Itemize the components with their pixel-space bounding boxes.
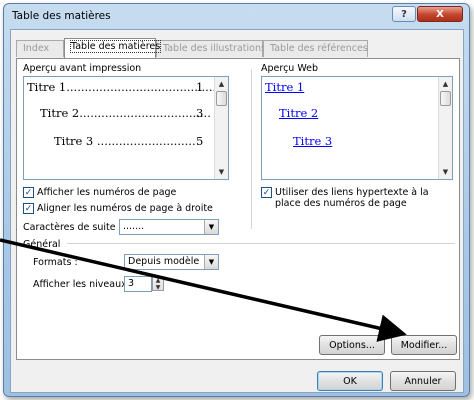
levels-input[interactable]: 3 — [124, 276, 152, 292]
print-preview-entry: Titre 2.................................… — [40, 106, 211, 120]
cancel-button[interactable]: Annuler — [390, 371, 456, 391]
scroll-thumb[interactable] — [440, 91, 451, 106]
dialog-window: Table des matières ? X Index Table des m… — [3, 3, 470, 397]
web-link-titre-1[interactable]: Titre 1 — [265, 80, 304, 94]
print-preview-page: 5 — [196, 134, 204, 148]
leader-select[interactable]: ....... ▼ — [119, 219, 219, 235]
align-right-checkbox[interactable]: ✓ — [23, 203, 34, 214]
print-preview-entry: Titre 1.................................… — [27, 80, 217, 94]
leader-label: Caractères de suite : — [23, 222, 122, 233]
spin-down-icon[interactable]: ▼ — [153, 284, 163, 291]
tab-toc-label: Table des matières — [69, 40, 162, 53]
leader-value: ....... — [123, 221, 145, 232]
web-preview-scrollbar[interactable]: ▲ ▼ — [438, 77, 452, 179]
levels-label: Afficher les niveaux : — [33, 279, 133, 290]
title-bar[interactable]: Table des matières ? X — [4, 4, 469, 28]
print-preview-page: 3 — [196, 106, 204, 120]
show-page-numbers-checkbox[interactable]: ✓ — [23, 187, 34, 198]
ok-button[interactable]: OK — [317, 371, 383, 391]
spin-up-icon[interactable]: ▲ — [153, 277, 163, 284]
tab-illustrations-label: Table des illustrations — [163, 43, 266, 54]
tab-references[interactable]: Table des références — [263, 40, 368, 57]
formats-select[interactable]: Depuis modèle ▼ — [124, 254, 219, 270]
print-preview-label: Aperçu avant impression — [23, 63, 142, 74]
scroll-down-icon[interactable]: ▼ — [215, 165, 228, 179]
levels-value: 3 — [128, 278, 135, 289]
dialog-client: Index Table des matières Table des illus… — [10, 29, 464, 393]
use-hyperlinks-checkbox[interactable]: ✓ — [261, 187, 272, 198]
toc-panel: Aperçu avant impression Titre 1.........… — [16, 58, 460, 360]
print-preview-entry: Titre 3 ............................... — [54, 134, 196, 148]
web-link-titre-3[interactable]: Titre 3 — [293, 134, 332, 148]
column-divider — [251, 69, 252, 229]
formats-value: Depuis modèle — [128, 256, 200, 267]
close-button[interactable]: X — [417, 6, 463, 22]
tab-references-label: Table des références — [270, 43, 368, 54]
web-preview-box: Titre 1 Titre 2 Titre 3 ▲ ▼ — [261, 76, 453, 180]
align-right-label: Aligner les numéros de page à droite — [37, 203, 213, 214]
options-button[interactable]: Options... — [319, 335, 385, 355]
print-preview-page: 1 — [196, 80, 204, 94]
scroll-up-icon[interactable]: ▲ — [439, 77, 452, 91]
web-link-titre-2[interactable]: Titre 2 — [279, 106, 318, 120]
tab-illustrations[interactable]: Table des illustrations — [156, 40, 266, 57]
tab-index[interactable]: Index — [16, 40, 64, 57]
help-button[interactable]: ? — [392, 6, 416, 22]
chevron-down-icon[interactable]: ▼ — [204, 255, 218, 269]
tab-toc[interactable]: Table des matières — [64, 38, 162, 58]
dialog-title: Table des matières — [12, 10, 111, 22]
print-preview-box: Titre 1.................................… — [23, 76, 229, 180]
scroll-down-icon[interactable]: ▼ — [439, 165, 452, 179]
print-preview-scrollbar[interactable]: ▲ ▼ — [214, 77, 228, 179]
chevron-down-icon[interactable]: ▼ — [204, 220, 218, 234]
modify-button[interactable]: Modifier... — [391, 335, 457, 355]
general-label: Général — [23, 239, 61, 250]
use-hyperlinks-label: Utiliser des liens hypertexte à la place… — [275, 187, 429, 209]
general-divider — [67, 243, 455, 244]
show-page-numbers-label: Afficher les numéros de page — [37, 187, 177, 198]
formats-label: Formats : — [33, 257, 78, 268]
scroll-thumb[interactable] — [216, 91, 227, 106]
tab-index-label: Index — [23, 43, 50, 54]
levels-spinner[interactable]: ▲ ▼ — [152, 276, 164, 291]
web-preview-label: Aperçu Web — [261, 63, 319, 74]
scroll-up-icon[interactable]: ▲ — [215, 77, 228, 91]
